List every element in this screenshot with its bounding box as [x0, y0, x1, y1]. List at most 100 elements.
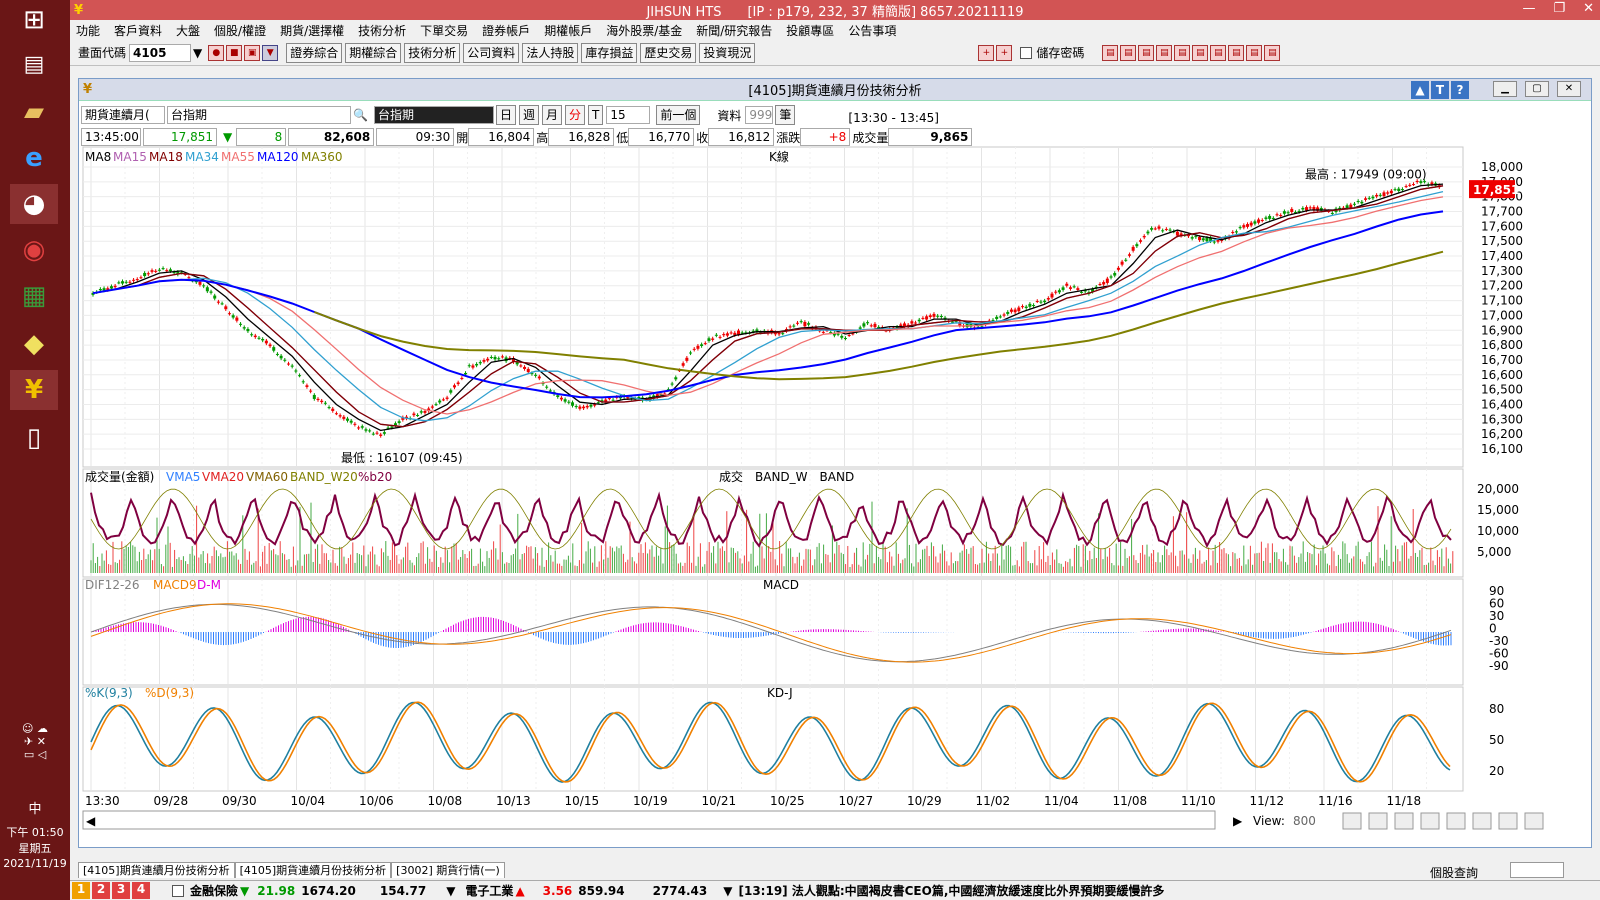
- file-icon[interactable]: ▯: [10, 418, 58, 458]
- tool-icon[interactable]: ▤: [1192, 45, 1209, 61]
- chart-tool-icon[interactable]: [1420, 812, 1440, 830]
- toolbar-button[interactable]: 技術分析: [404, 42, 461, 63]
- sticky-notes-icon[interactable]: ◆: [10, 324, 58, 364]
- chevron-down-icon[interactable]: ▼: [446, 884, 455, 898]
- ie-icon[interactable]: e: [10, 138, 58, 178]
- chart-tool-icon[interactable]: [1524, 812, 1544, 830]
- menu-item[interactable]: 期貨/選擇權: [280, 22, 344, 39]
- candle-body: [611, 399, 615, 401]
- candle-body: [1212, 241, 1216, 243]
- toolbar-button[interactable]: 公司資料: [463, 42, 520, 63]
- menu-item[interactable]: 功能: [76, 22, 100, 39]
- menu-item[interactable]: 期權帳戶: [544, 22, 592, 39]
- status-checkbox[interactable]: [172, 884, 184, 897]
- chevron-down-icon[interactable]: ▼: [193, 46, 202, 60]
- candle-body: [1068, 287, 1072, 289]
- chrome-icon[interactable]: ◉: [10, 230, 58, 270]
- tool-icon-1[interactable]: ●: [208, 44, 225, 61]
- candle-body: [1249, 222, 1253, 226]
- windows-start-icon[interactable]: ⊞: [10, 0, 58, 40]
- candle-body: [792, 325, 796, 327]
- menu-item[interactable]: 技術分析: [358, 22, 406, 39]
- candle-body: [1375, 194, 1379, 197]
- tool-icon[interactable]: ▤: [1246, 45, 1263, 61]
- candle-body: [1356, 200, 1360, 202]
- chevron-down-icon[interactable]: ▼: [723, 884, 732, 898]
- candle-body: [279, 355, 283, 359]
- close-button[interactable]: ✕: [1583, 1, 1594, 16]
- menu-item[interactable]: 下單交易: [420, 22, 468, 39]
- tool-icon[interactable]: ▤: [1138, 45, 1155, 61]
- tool-icon[interactable]: ▤: [1228, 45, 1245, 61]
- candle-body: [692, 348, 696, 350]
- screen-code-input[interactable]: 4105: [129, 43, 192, 62]
- tool-icon[interactable]: ▤: [1156, 45, 1173, 61]
- toolbar-button[interactable]: 法人持股: [522, 42, 579, 63]
- chart-tool-icon[interactable]: [1472, 812, 1492, 830]
- window-icon[interactable]: ▤: [10, 44, 58, 84]
- view-value[interactable]: 800: [1293, 814, 1316, 828]
- restore-button[interactable]: ❐: [1553, 1, 1565, 16]
- tool-icon[interactable]: ▤: [1120, 45, 1137, 61]
- tool-icon-4[interactable]: ▼: [262, 44, 279, 61]
- window-tab[interactable]: [4105]期貨連續月份技術分析: [234, 862, 392, 878]
- candle-body: [1305, 207, 1309, 211]
- tool-icon-3[interactable]: ▣: [244, 44, 261, 61]
- candle-body: [1013, 309, 1017, 313]
- chart-tool-icon[interactable]: [1498, 812, 1518, 830]
- chart-tool-icon[interactable]: [1368, 812, 1388, 830]
- menu-item[interactable]: 大盤: [176, 22, 200, 39]
- candle-body: [220, 303, 224, 305]
- horizontal-scrollbar[interactable]: [82, 810, 1216, 830]
- menu-item[interactable]: 新聞/研究報告: [696, 22, 772, 39]
- save-password-checkbox[interactable]: [1020, 46, 1033, 59]
- toolbar-button[interactable]: 歷史交易: [640, 42, 697, 63]
- menu-item[interactable]: 客戶資料: [114, 22, 162, 39]
- paint-icon[interactable]: ◕: [10, 184, 58, 224]
- menu-item[interactable]: 海外股票/基金: [606, 22, 682, 39]
- tool-icon[interactable]: ▤: [1102, 45, 1119, 61]
- screen-number-button[interactable]: 2: [92, 882, 110, 899]
- ime-indicator[interactable]: 中: [0, 798, 70, 817]
- window-tab[interactable]: [4105]期貨連續月份技術分析: [78, 862, 235, 878]
- chart-tool-icon[interactable]: [1394, 812, 1414, 830]
- folder-icon[interactable]: ▰: [10, 92, 58, 132]
- news-ticker[interactable]: [13:19] 法人觀點:中國褐皮書CEO篇,中國經濟放緩速度比外界預期要緩慢許…: [738, 882, 1164, 899]
- kd-panel-label: KD-J: [767, 686, 793, 700]
- candle-body: [146, 273, 150, 275]
- jihsun-icon[interactable]: ¥: [10, 370, 58, 410]
- legend-entry: MA120: [257, 150, 298, 164]
- toolbar-button[interactable]: 期權綜合: [345, 42, 402, 63]
- screen-number-button[interactable]: 3: [112, 882, 130, 899]
- toolbar-button[interactable]: 投資現況: [699, 42, 756, 63]
- scroll-right-icon[interactable]: ▶: [1233, 814, 1243, 828]
- scroll-left-icon[interactable]: ◀: [86, 814, 96, 828]
- candle-body: [718, 336, 722, 338]
- tray-icons[interactable]: ☺ ☁ ✈ ✕ ▭ ◁: [0, 722, 70, 761]
- minimize-button[interactable]: —: [1522, 1, 1535, 16]
- menu-item[interactable]: 公告事項: [848, 22, 896, 39]
- tool-icon[interactable]: ▤: [1174, 45, 1191, 61]
- toolbar-button[interactable]: 庫存損益: [581, 42, 638, 63]
- flag-icon-1[interactable]: +: [978, 44, 995, 61]
- x-tick-label: 10/21: [702, 794, 737, 808]
- tool-icon[interactable]: ▤: [1210, 45, 1227, 61]
- toolbar-button[interactable]: 證券綜合: [286, 42, 343, 63]
- tool-icon[interactable]: ▤: [1264, 45, 1281, 61]
- window-tab[interactable]: [3002] 期貨行情(一): [391, 862, 505, 878]
- stock-query-input[interactable]: [1510, 862, 1564, 878]
- flag-icon-2[interactable]: +: [996, 44, 1013, 61]
- chart-tool-icon[interactable]: [1446, 812, 1466, 830]
- chart-tool-icon[interactable]: [1342, 812, 1362, 830]
- technical-analysis-window: ¥ [4105]期貨連續月份技術分析 ▲ T? ▁ ▢ ✕ 期貨連續月( 台指期 🔍 …: [78, 78, 1592, 848]
- menu-item[interactable]: 個股/權證: [214, 22, 266, 39]
- screen-number-button[interactable]: 1: [72, 882, 90, 899]
- screen-number-button[interactable]: 4: [132, 882, 150, 899]
- excel-icon[interactable]: ▦: [10, 276, 58, 316]
- menu-item[interactable]: 投顧專區: [786, 22, 834, 39]
- chart-area[interactable]: 13:30 09/28 09/30 10/04 10/06 10/08 10/13 10/15…: [79, 79, 1593, 849]
- tool-icon-2[interactable]: ■: [226, 44, 243, 61]
- candle-body: [700, 344, 704, 347]
- menu-item[interactable]: 證券帳戶: [482, 22, 530, 39]
- candle-body: [242, 327, 246, 329]
